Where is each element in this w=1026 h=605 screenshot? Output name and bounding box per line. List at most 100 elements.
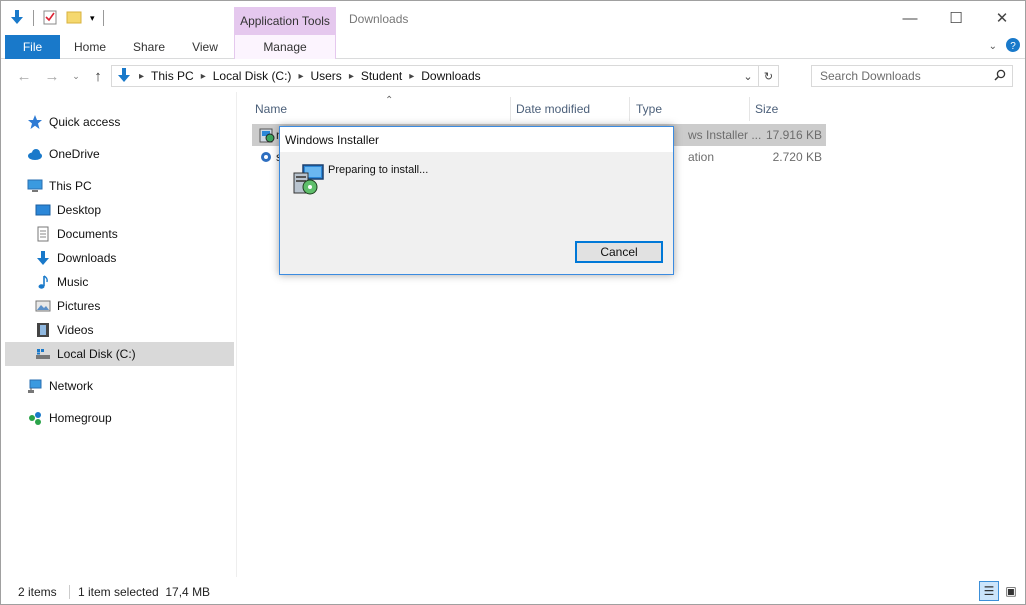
column-header-type[interactable]: Type [630,97,750,121]
close-button[interactable]: ✕ [979,1,1025,35]
computer-icon [27,178,43,194]
desktop-icon [35,202,51,218]
sidebar-item-label: Desktop [57,203,102,217]
installer-dialog: Windows Installer Preparing to install..… [279,126,674,275]
sidebar-item-network[interactable]: Network [5,374,234,398]
network-icon [27,378,43,394]
tab-file[interactable]: File [5,35,60,59]
status-divider [69,584,70,599]
tab-manage[interactable]: Manage [234,35,336,59]
sidebar-item-label: This PC [49,179,92,193]
dialog-title: Windows Installer [280,127,673,152]
sidebar-item-label: Music [57,275,89,289]
file-type: ws Installer ... [688,128,762,142]
pictures-icon [35,298,51,314]
customize-toolbar-icon[interactable]: ▾ [90,13,95,24]
documents-icon [35,226,51,242]
title-bar: ▾ Application Tools Downloads — ☐ ✕ [1,1,1025,35]
cloud-icon [27,146,43,162]
search-input[interactable]: Search Downloads [811,65,1013,87]
column-label: Date modified [516,102,591,116]
breadcrumb-separator[interactable]: ▸ [409,71,414,82]
tab-share[interactable]: Share [131,35,167,59]
forward-arrow-icon[interactable]: → [41,66,63,86]
file-type: ation [688,150,715,164]
up-arrow-icon[interactable]: ↑ [87,66,109,86]
breadcrumb-separator[interactable]: ▸ [349,71,354,82]
download-arrow-icon[interactable] [9,9,25,28]
breadcrumb-item[interactable]: Downloads [421,69,480,83]
sidebar-item-music[interactable]: Music [5,270,234,294]
minimize-button[interactable]: — [887,1,933,35]
sidebar-item-label: Downloads [57,251,117,265]
column-header-date[interactable]: Date modified [510,97,630,121]
tab-view[interactable]: View [189,35,221,59]
sidebar-item-desktop[interactable]: Desktop [5,198,234,222]
installer-package-icon [258,124,276,146]
sidebar-item-homegroup[interactable]: Homegroup [5,406,234,430]
sidebar-item-documents[interactable]: Documents [5,222,234,246]
sidebar-item-label: Quick access [49,115,121,129]
sidebar-item-label: Local Disk (C:) [57,347,136,361]
sidebar-item-label: Documents [57,227,118,241]
breadcrumb-item[interactable]: Local Disk (C:) [213,69,292,83]
column-header-size[interactable]: Size [749,97,829,121]
back-arrow-icon[interactable]: ← [13,66,35,86]
sidebar-item-quick-access[interactable]: Quick access [5,110,234,134]
refresh-icon[interactable]: ↻ [758,66,778,86]
navigation-pane: Quick access OneDrive This PC Desktop Do… [1,92,237,577]
address-controls: ⌄ ↻ [738,66,778,86]
chevron-down-icon[interactable]: ⌄ [989,41,997,52]
cancel-button[interactable]: Cancel [575,241,663,263]
film-icon [35,322,51,338]
help-icon[interactable]: ? [1005,37,1021,56]
application-gear-icon [258,146,274,168]
sidebar-item-label: Pictures [57,299,101,313]
column-header-name[interactable]: Name ⌃ [249,95,511,121]
column-label: Name [255,102,288,116]
disk-drive-icon [35,346,51,362]
column-label: Size [755,102,779,116]
star-icon [27,114,43,130]
breadcrumb-separator[interactable]: ▸ [201,71,206,82]
sidebar-item-onedrive[interactable]: OneDrive [5,142,234,166]
search-icon[interactable] [994,69,1006,84]
large-icons-view-icon[interactable]: ▣ [1001,581,1021,601]
breadcrumb-separator[interactable]: ▸ [298,71,303,82]
breadcrumb: ▸ This PC ▸ Local Disk (C:) ▸ Users ▸ St… [112,66,481,86]
toolbar-divider [102,10,104,26]
sidebar-item-label: Homegroup [49,411,112,425]
new-folder-icon[interactable] [66,9,82,28]
sidebar-item-pictures[interactable]: Pictures [5,294,234,318]
status-bar: 2 items 1 item selected 17,4 MB ☰ ▣ [1,578,1025,605]
svg-text:?: ? [1010,41,1016,52]
maximize-button[interactable]: ☐ [933,1,979,35]
caption-buttons: — ☐ ✕ [887,1,1025,35]
sidebar-item-local-disk[interactable]: Local Disk (C:) [5,342,234,366]
search-placeholder: Search Downloads [820,69,921,83]
recent-locations-icon[interactable]: ⌄ [65,66,87,86]
address-row: ← → ⌄ ↑ ▸ This PC ▸ Local Disk (C:) ▸ Us… [1,60,1025,92]
address-bar[interactable]: ▸ This PC ▸ Local Disk (C:) ▸ Users ▸ St… [111,65,779,87]
installer-icon [291,163,325,197]
breadcrumb-item[interactable]: Users [310,69,341,83]
sidebar-item-this-pc[interactable]: This PC [5,174,234,198]
window-title: Downloads [349,12,409,26]
file-size: 2.720 KB [772,150,822,164]
sidebar-item-label: Videos [57,323,94,337]
tab-home[interactable]: Home [73,35,107,59]
context-tab-group-label: Application Tools [234,7,336,35]
homegroup-icon [27,410,43,426]
file-explorer-window: ▾ Application Tools Downloads — ☐ ✕ File… [0,0,1026,605]
view-switcher: ☰ ▣ [979,581,1021,601]
item-count: 2 items [18,584,57,599]
chevron-down-icon[interactable]: ⌄ [738,66,758,86]
breadcrumb-item[interactable]: This PC [151,69,194,83]
breadcrumb-item[interactable]: Student [361,69,402,83]
sidebar-item-downloads[interactable]: Downloads [5,246,234,270]
breadcrumb-separator[interactable]: ▸ [139,71,144,82]
sidebar-item-videos[interactable]: Videos [5,318,234,342]
download-arrow-icon [116,67,132,86]
details-view-icon[interactable]: ☰ [979,581,999,601]
properties-icon[interactable] [42,9,58,28]
